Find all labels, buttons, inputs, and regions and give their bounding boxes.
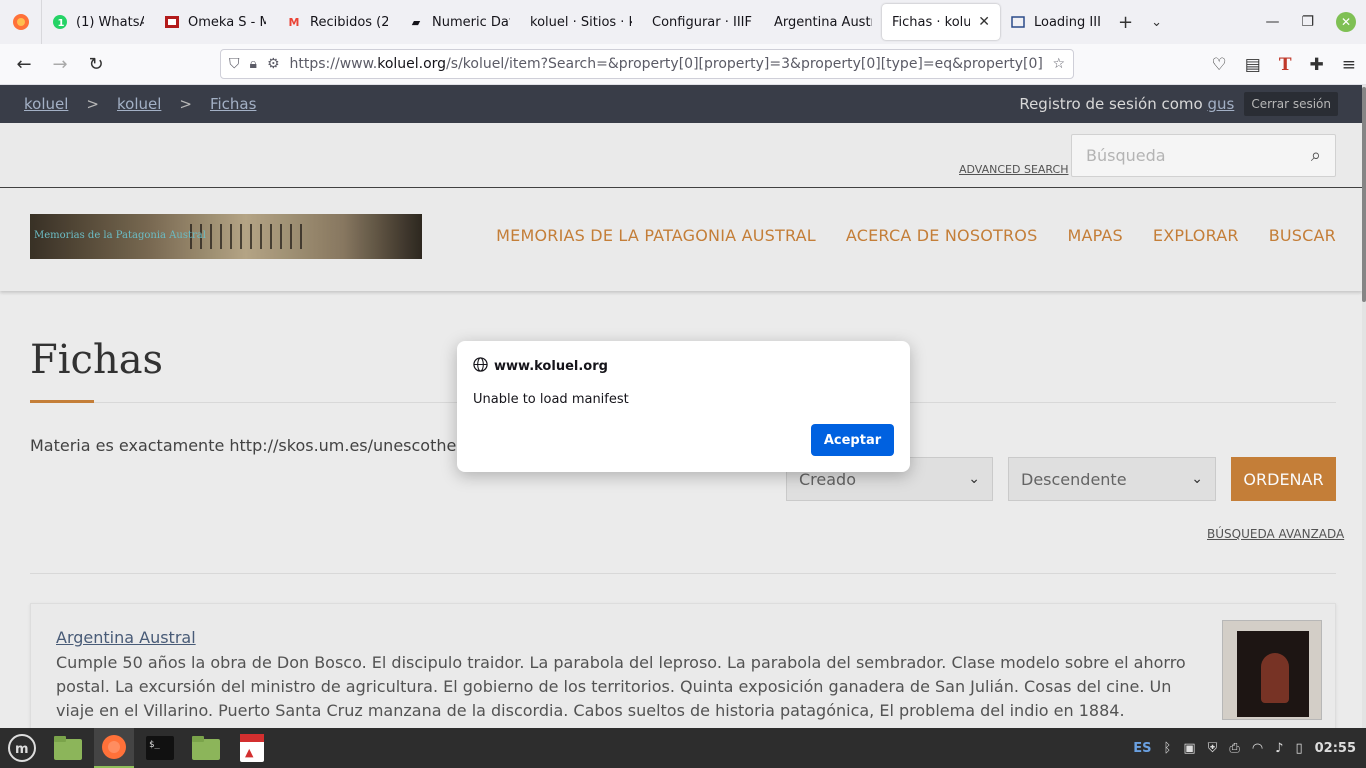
dialog-message: Unable to load manifest — [473, 392, 629, 407]
tab-label: Recibidos (27 — [310, 14, 388, 30]
forward-icon[interactable]: → — [42, 54, 78, 75]
shield-tray-icon[interactable]: ⛨ — [1208, 741, 1218, 756]
gmail-icon: M — [288, 15, 300, 29]
url-text[interactable]: https://www.koluel.org/s/koluel/item?Sea… — [290, 56, 1043, 72]
pocket-icon[interactable]: ♡ — [1212, 55, 1227, 75]
whatsapp-icon: 1 — [52, 14, 68, 30]
tab-whatsapp[interactable]: 1 (1) WhatsApp — [42, 0, 154, 44]
tab-label: Omeka S - M — [188, 14, 266, 30]
dialog-host: www.koluel.org — [473, 357, 608, 376]
close-window-icon[interactable]: ✕ — [1336, 12, 1356, 32]
system-tray: ES ᛒ ▣ ⛨ ⎙ ◠ ♪ ▯ 02:55 — [1133, 728, 1356, 768]
mint-menu-icon[interactable]: m — [2, 728, 42, 768]
tab-label: Fichas · koluel — [892, 14, 971, 30]
image-icon — [1010, 14, 1026, 30]
shield-icon[interactable]: ⛉ — [229, 56, 240, 72]
tab-omeka[interactable]: Omeka S - M — [154, 0, 276, 44]
tab-label: Configurar · IIIF S — [652, 14, 754, 30]
firefox-taskbar-icon[interactable] — [94, 728, 134, 768]
reader-icon[interactable]: ▤ — [1245, 55, 1261, 75]
bookmark-star-icon[interactable]: ☆ — [1052, 56, 1065, 72]
extensions-icon[interactable]: ✚ — [1310, 55, 1324, 75]
bluetooth-icon[interactable]: ᛒ — [1164, 741, 1172, 756]
firefox-menu-icon[interactable] — [0, 0, 42, 44]
keyboard-layout[interactable]: ES — [1133, 741, 1151, 756]
omeka-icon — [164, 14, 180, 30]
pdf-reader-icon[interactable]: ▲ — [232, 728, 272, 768]
book-icon: ▰ — [411, 15, 421, 29]
lock-icon[interactable]: 🔒︎ — [250, 56, 257, 72]
minimize-icon[interactable]: — — [1265, 14, 1279, 30]
maximize-icon[interactable]: ❐ — [1301, 14, 1314, 30]
os-taskbar: m $_ ▲ ES ᛒ ▣ ⛨ ⎙ ◠ ♪ ▯ 02:55 — [0, 728, 1366, 768]
tab-argentina-austral[interactable]: Argentina Austr — [764, 0, 882, 44]
new-tab-icon[interactable]: + — [1118, 12, 1133, 33]
tab-configurar-iiif[interactable]: Configurar · IIIF S — [642, 0, 764, 44]
volume-icon[interactable]: ♪ — [1275, 741, 1283, 756]
list-tabs-chevron-icon[interactable]: ⌄ — [1151, 15, 1162, 30]
extension-t-icon[interactable]: T — [1279, 55, 1292, 75]
hamburger-menu-icon[interactable]: ≡ — [1342, 55, 1356, 75]
files-folder-icon[interactable] — [48, 728, 88, 768]
reload-icon[interactable]: ↻ — [78, 54, 114, 75]
tab-label: (1) WhatsApp — [76, 14, 144, 30]
alert-dialog: www.koluel.org Unable to load manifest A… — [457, 341, 910, 472]
clock[interactable]: 02:55 — [1315, 741, 1356, 756]
svg-text:1: 1 — [58, 18, 65, 29]
tab-gmail[interactable]: M Recibidos (27 — [276, 0, 398, 44]
svg-text:▲: ▲ — [245, 746, 254, 759]
url-domain: koluel.org — [377, 56, 447, 72]
tab-loading-iiif[interactable]: Loading IIIF M — [1000, 0, 1112, 44]
dialog-host-text: www.koluel.org — [494, 359, 608, 374]
browser-nav-bar: ← → ↻ ⛉ 🔒︎ ⚙ https://www.koluel.org/s/ko… — [0, 44, 1366, 85]
tab-label: koluel · Sitios · k — [530, 14, 632, 30]
tab-koluel-sitios[interactable]: koluel · Sitios · k — [520, 0, 642, 44]
svg-text:m: m — [15, 742, 29, 757]
battery-icon[interactable]: ▯ — [1295, 741, 1302, 756]
url-prefix: https://www. — [289, 56, 378, 72]
permissions-icon[interactable]: ⚙ — [267, 56, 280, 72]
svg-text:$_: $_ — [149, 740, 160, 750]
tab-numeric-data[interactable]: ▰ Numeric Data — [398, 0, 520, 44]
wifi-icon[interactable]: ◠ — [1252, 741, 1263, 756]
tab-label: Loading IIIF M — [1034, 14, 1102, 30]
tab-fichas-active[interactable]: Fichas · koluel ✕ — [882, 4, 1000, 40]
close-tab-icon[interactable]: ✕ — [978, 14, 990, 30]
browser-tab-bar: 1 (1) WhatsApp Omeka S - M M Recibidos (… — [0, 0, 1366, 44]
url-path: /s/koluel/item?Search=&property[0][prope… — [446, 56, 1043, 72]
clipboard-icon[interactable]: ▣ — [1183, 741, 1195, 756]
folder-icon[interactable] — [186, 728, 226, 768]
tab-label: Numeric Data — [432, 14, 510, 30]
terminal-icon[interactable]: $_ — [140, 728, 180, 768]
back-icon[interactable]: ← — [6, 54, 42, 75]
printer-icon[interactable]: ⎙ — [1229, 741, 1239, 756]
accept-button[interactable]: Aceptar — [811, 424, 894, 456]
globe-icon — [473, 357, 488, 376]
url-bar[interactable]: ⛉ 🔒︎ ⚙ https://www.koluel.org/s/koluel/i… — [220, 49, 1074, 79]
tab-label: Argentina Austr — [774, 14, 872, 30]
